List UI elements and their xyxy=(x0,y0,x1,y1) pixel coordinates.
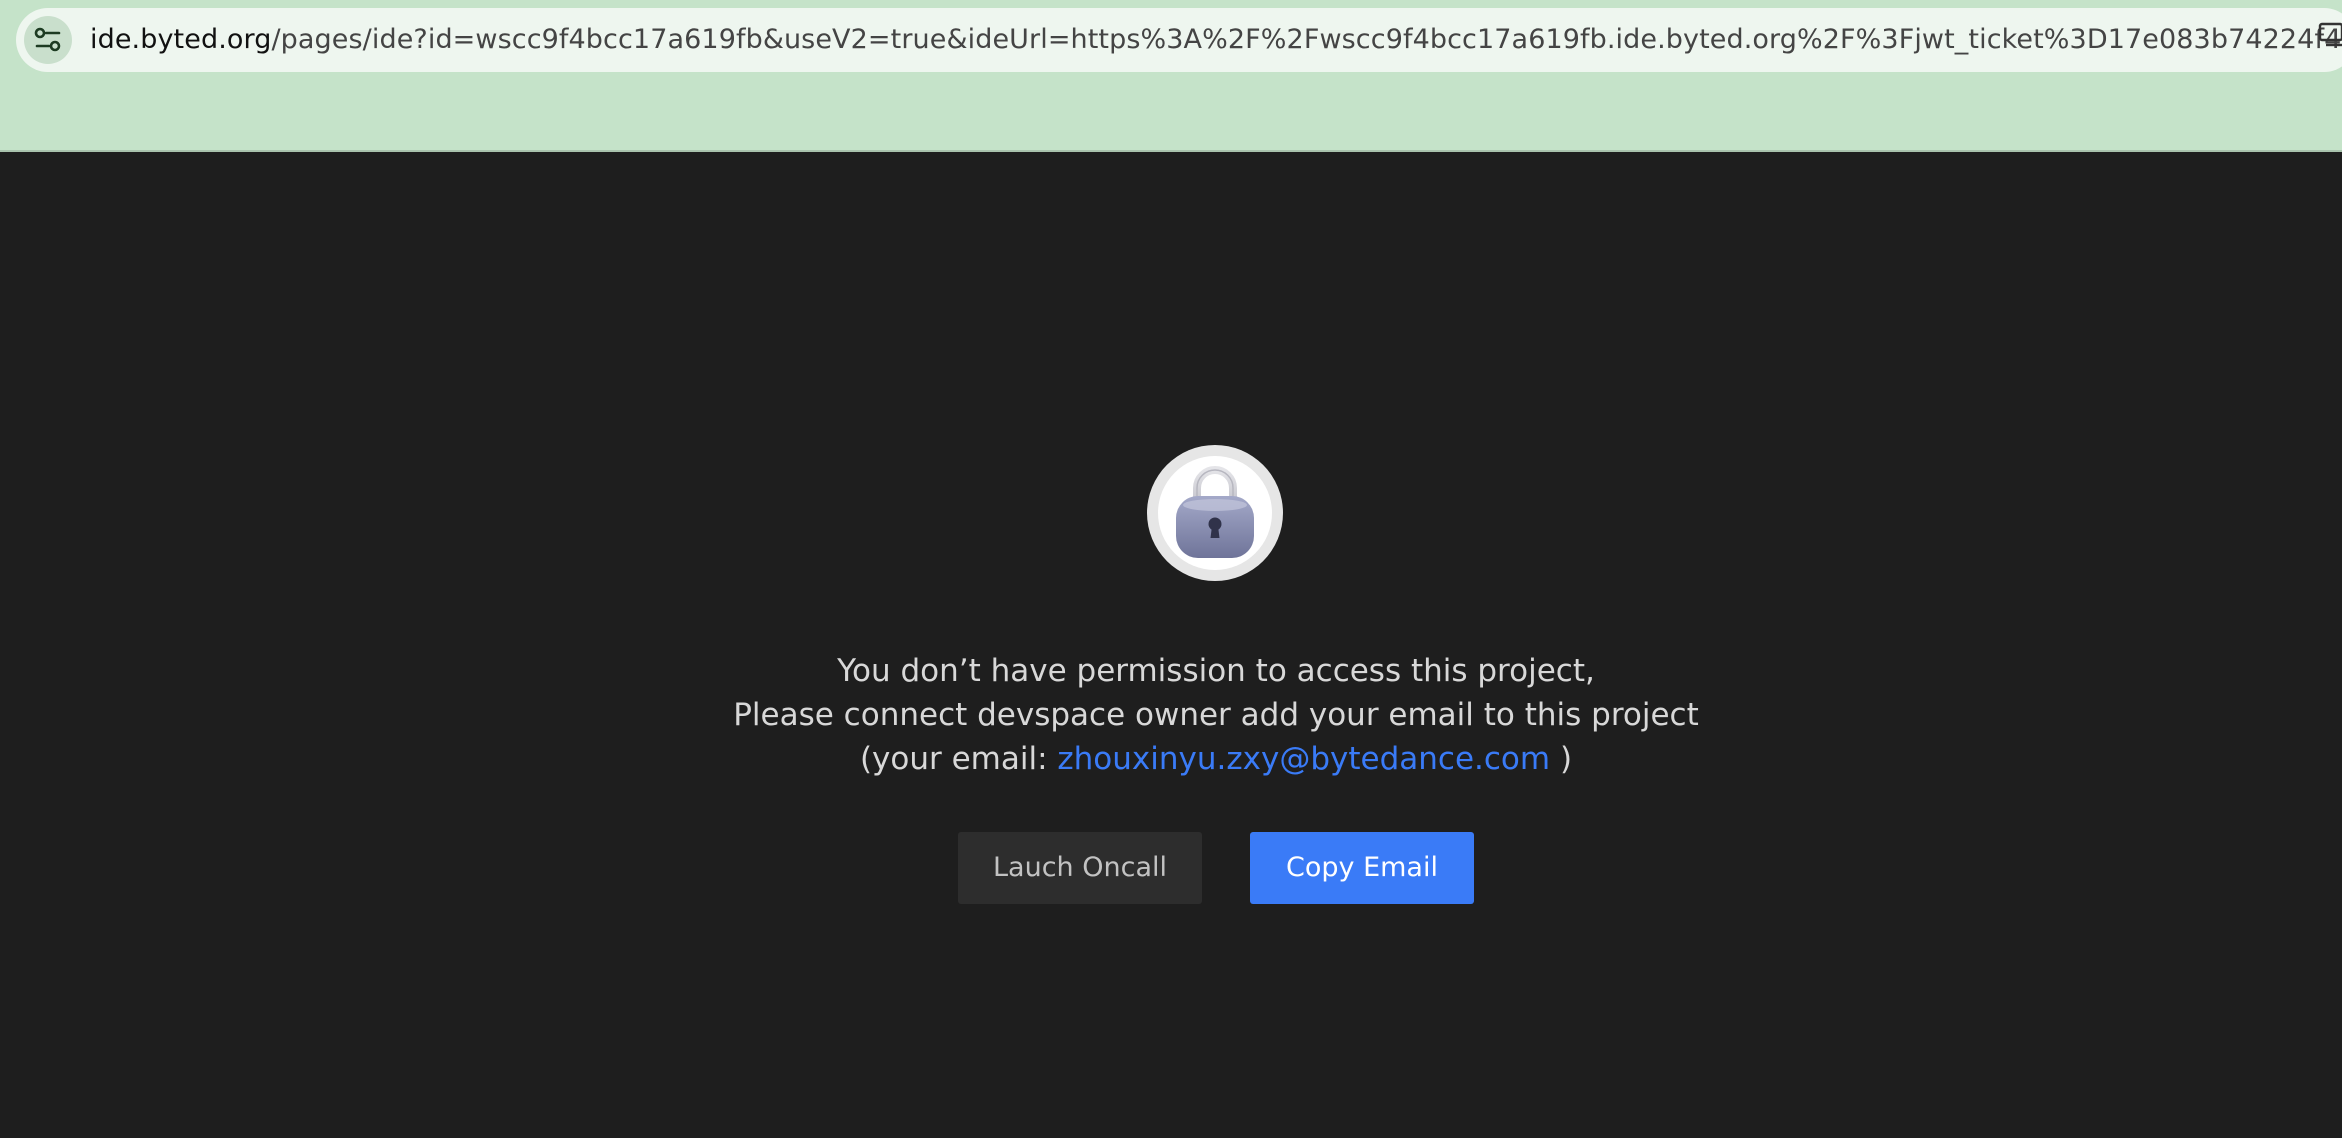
message-line-2: Please connect devspace owner add your e… xyxy=(733,697,1699,733)
url-text[interactable]: ide.byted.org/pages/ide?id=wscc9f4bcc17a… xyxy=(90,22,2342,58)
site-settings-icon[interactable] xyxy=(24,16,72,64)
browser-toolbar: ide.byted.org/pages/ide?id=wscc9f4bcc17a… xyxy=(0,0,2342,152)
message-line-3: (your email: zhouxinyu.zxy@bytedance.com… xyxy=(0,737,2342,781)
email-suffix: ) xyxy=(1550,741,1573,777)
screen-icon[interactable] xyxy=(2318,22,2342,52)
permission-message: You don’t have permission to access this… xyxy=(0,649,2342,781)
email-link[interactable]: zhouxinyu.zxy@bytedance.com xyxy=(1057,741,1550,777)
url-path: /pages/ide?id=wscc9f4bcc17a619fb&useV2=t… xyxy=(271,24,2342,55)
lock-icon xyxy=(1146,444,1284,582)
main-content: You don’t have permission to access this… xyxy=(0,152,2342,1138)
url-host: ide.byted.org xyxy=(90,24,272,55)
message-line-1: You don’t have permission to access this… xyxy=(837,653,1595,689)
address-bar[interactable]: ide.byted.org/pages/ide?id=wscc9f4bcc17a… xyxy=(16,8,2342,72)
email-prefix: (your email: xyxy=(859,741,1058,777)
launch-oncall-button[interactable]: Lauch Oncall xyxy=(958,832,1202,904)
copy-email-button[interactable]: Copy Email xyxy=(1250,832,1474,904)
